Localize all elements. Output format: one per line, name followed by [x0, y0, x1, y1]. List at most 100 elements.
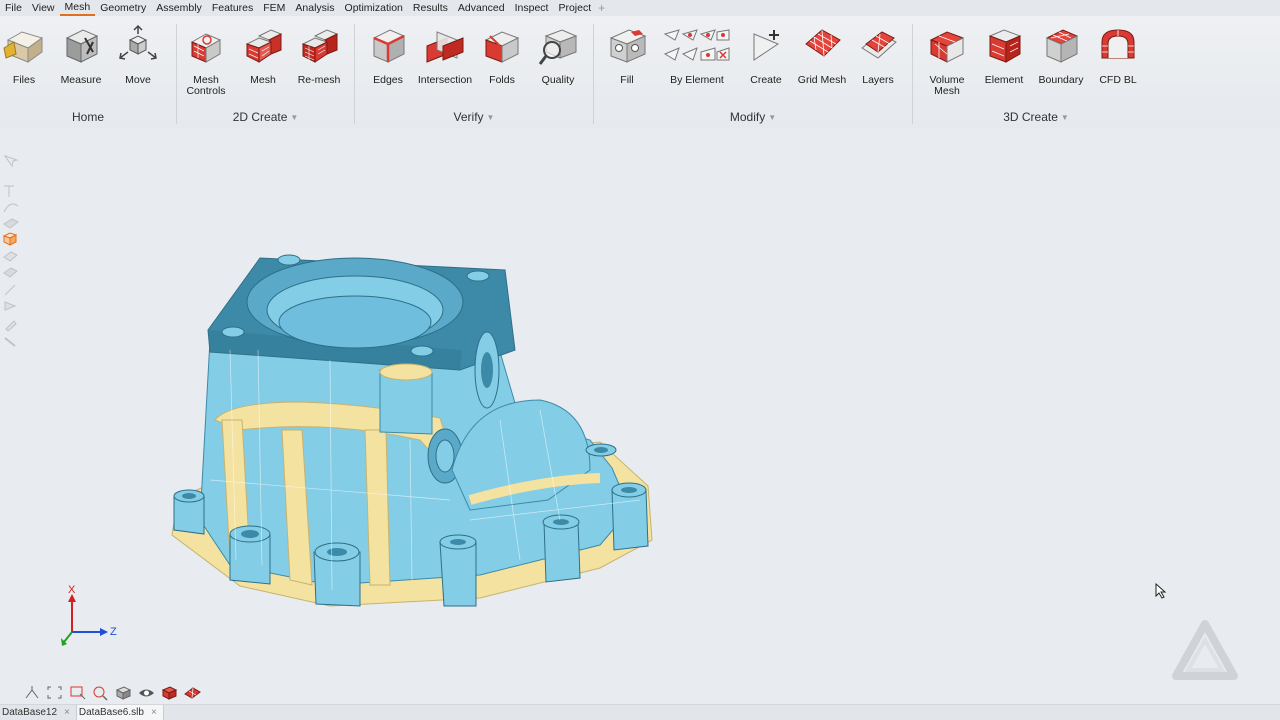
- menu-analysis[interactable]: Analysis: [290, 0, 339, 16]
- files-button[interactable]: Files: [0, 24, 53, 86]
- cfd-bl-label: CFD BL: [1099, 74, 1137, 86]
- fill-label: Fill: [620, 74, 634, 86]
- create-icon: [753, 30, 780, 61]
- measure-button[interactable]: Measure: [52, 24, 110, 86]
- mesh-controls-label: Mesh Controls: [186, 74, 226, 97]
- view-toolbar: [22, 684, 202, 702]
- element-label: Element: [984, 74, 1024, 86]
- move-label: Move: [125, 74, 151, 86]
- quality-label: Quality: [541, 74, 575, 86]
- quality-button[interactable]: Quality: [529, 24, 587, 86]
- menu-bar: File View Mesh Geometry Assembly Feature…: [0, 0, 1280, 16]
- menu-features[interactable]: Features: [207, 0, 258, 16]
- mesh-controls-button[interactable]: Mesh Controls: [177, 24, 235, 97]
- chevron-down-icon[interactable]: ▼: [290, 113, 298, 122]
- menu-results[interactable]: Results: [408, 0, 453, 16]
- menu-optimization[interactable]: Optimization: [340, 0, 408, 16]
- menu-file[interactable]: File: [0, 0, 27, 16]
- tab-database6[interactable]: DataBase6.slb ×: [75, 705, 164, 720]
- add-tab-icon[interactable]: +: [596, 1, 607, 15]
- group-2d-create-label[interactable]: 2D Create ▼: [177, 110, 354, 124]
- layers-icon: [861, 31, 897, 59]
- element-button[interactable]: Element: [975, 24, 1033, 86]
- close-icon[interactable]: ×: [148, 707, 160, 718]
- chevron-down-icon[interactable]: ▼: [487, 113, 495, 122]
- axis-z-label: Z: [110, 626, 117, 638]
- zoom-icon[interactable]: [91, 684, 110, 701]
- mesh-icon: [245, 29, 283, 63]
- folds-icon: [484, 31, 520, 63]
- group-modify-label[interactable]: Modify ▼: [594, 110, 912, 124]
- section-cut-icon[interactable]: [160, 684, 179, 701]
- edges-button[interactable]: Edges: [359, 24, 417, 86]
- remesh-icon: [301, 29, 339, 63]
- boundary-icon: [1045, 29, 1079, 63]
- volume-mesh-icon: [929, 31, 965, 63]
- intersection-button[interactable]: Intersection: [416, 24, 474, 86]
- mesh-button[interactable]: Mesh: [234, 24, 292, 86]
- group-verify: Edges Intersection Folds Quality Verify …: [355, 16, 593, 128]
- ribbon: Files Measure Move Home Mesh Controls Me…: [0, 16, 1280, 128]
- axis-x-label: X: [68, 584, 76, 596]
- remesh-button[interactable]: Re-mesh: [290, 24, 348, 86]
- grid-mesh-label: Grid Mesh: [797, 74, 847, 86]
- volume-mesh-button[interactable]: Volume Mesh: [918, 24, 976, 97]
- grid-mesh-icon: [805, 29, 841, 57]
- close-icon[interactable]: ×: [61, 707, 73, 718]
- group-home-label: Home: [71, 110, 104, 124]
- graphics-viewport[interactable]: [0, 128, 1280, 704]
- housing-model[interactable]: [0, 128, 1280, 704]
- tab-database12[interactable]: DataBase12 ×: [0, 705, 76, 720]
- files-label: Files: [12, 74, 36, 86]
- menu-project[interactable]: Project: [553, 0, 596, 16]
- mesh-controls-icon: [190, 33, 222, 63]
- tab-label: DataBase12: [2, 707, 58, 718]
- measure-label: Measure: [60, 74, 102, 86]
- edges-label: Edges: [373, 74, 403, 86]
- folds-button[interactable]: Folds: [473, 24, 531, 86]
- cfd-bl-icon: [1101, 29, 1135, 59]
- by-element-label: By Element: [670, 74, 724, 86]
- axis-view-icon[interactable]: [22, 684, 41, 701]
- zoom-window-icon[interactable]: [68, 684, 87, 701]
- create-label: Create: [750, 74, 782, 86]
- axis-triad: X Z: [61, 584, 117, 646]
- move-button[interactable]: Move: [109, 24, 167, 86]
- create-button[interactable]: Create: [737, 24, 795, 86]
- visibility-eye-icon[interactable]: [137, 684, 156, 701]
- element-icon: [988, 29, 1022, 63]
- by-element-button[interactable]: By Element: [654, 24, 740, 86]
- shaded-view-icon[interactable]: [114, 684, 133, 701]
- files-icon: [3, 31, 44, 63]
- group-3d-create-label[interactable]: 3D Create ▼: [913, 110, 1159, 124]
- menu-fem[interactable]: FEM: [258, 0, 290, 16]
- menu-mesh[interactable]: Mesh: [59, 0, 96, 16]
- mesh-label: Mesh: [250, 74, 276, 86]
- intersection-icon: [426, 31, 464, 63]
- volume-mesh-label: Volume Mesh: [929, 74, 965, 97]
- menu-assembly[interactable]: Assembly: [151, 0, 207, 16]
- boundary-button[interactable]: Boundary: [1032, 24, 1090, 86]
- menu-geometry[interactable]: Geometry: [95, 0, 151, 16]
- chevron-down-icon[interactable]: ▼: [768, 113, 776, 122]
- menu-advanced[interactable]: Advanced: [453, 0, 510, 16]
- grid-mesh-button[interactable]: Grid Mesh: [793, 24, 851, 86]
- mouse-cursor-icon: [1155, 583, 1167, 599]
- intersection-label: Intersection: [417, 74, 473, 86]
- menu-inspect[interactable]: Inspect: [510, 0, 554, 16]
- group-modify: Fill By Element Create Grid Mesh Layers …: [594, 16, 912, 128]
- layers-label: Layers: [862, 74, 894, 86]
- fill-button[interactable]: Fill: [598, 24, 656, 86]
- fit-view-icon[interactable]: [45, 684, 64, 701]
- display-mesh-icon[interactable]: [183, 684, 202, 701]
- cfd-bl-button[interactable]: CFD BL: [1089, 24, 1147, 86]
- group-3d-create: Volume Mesh Element Boundary CFD BL 3D C…: [913, 16, 1159, 128]
- edges-icon: [372, 29, 406, 63]
- chevron-down-icon[interactable]: ▼: [1061, 113, 1069, 122]
- altair-logo-icon: [1172, 620, 1238, 680]
- layers-button[interactable]: Layers: [849, 24, 907, 86]
- menu-view[interactable]: View: [27, 0, 60, 16]
- remesh-label: Re-mesh: [297, 74, 341, 86]
- group-verify-label[interactable]: Verify ▼: [355, 110, 593, 124]
- quality-icon: [538, 29, 578, 65]
